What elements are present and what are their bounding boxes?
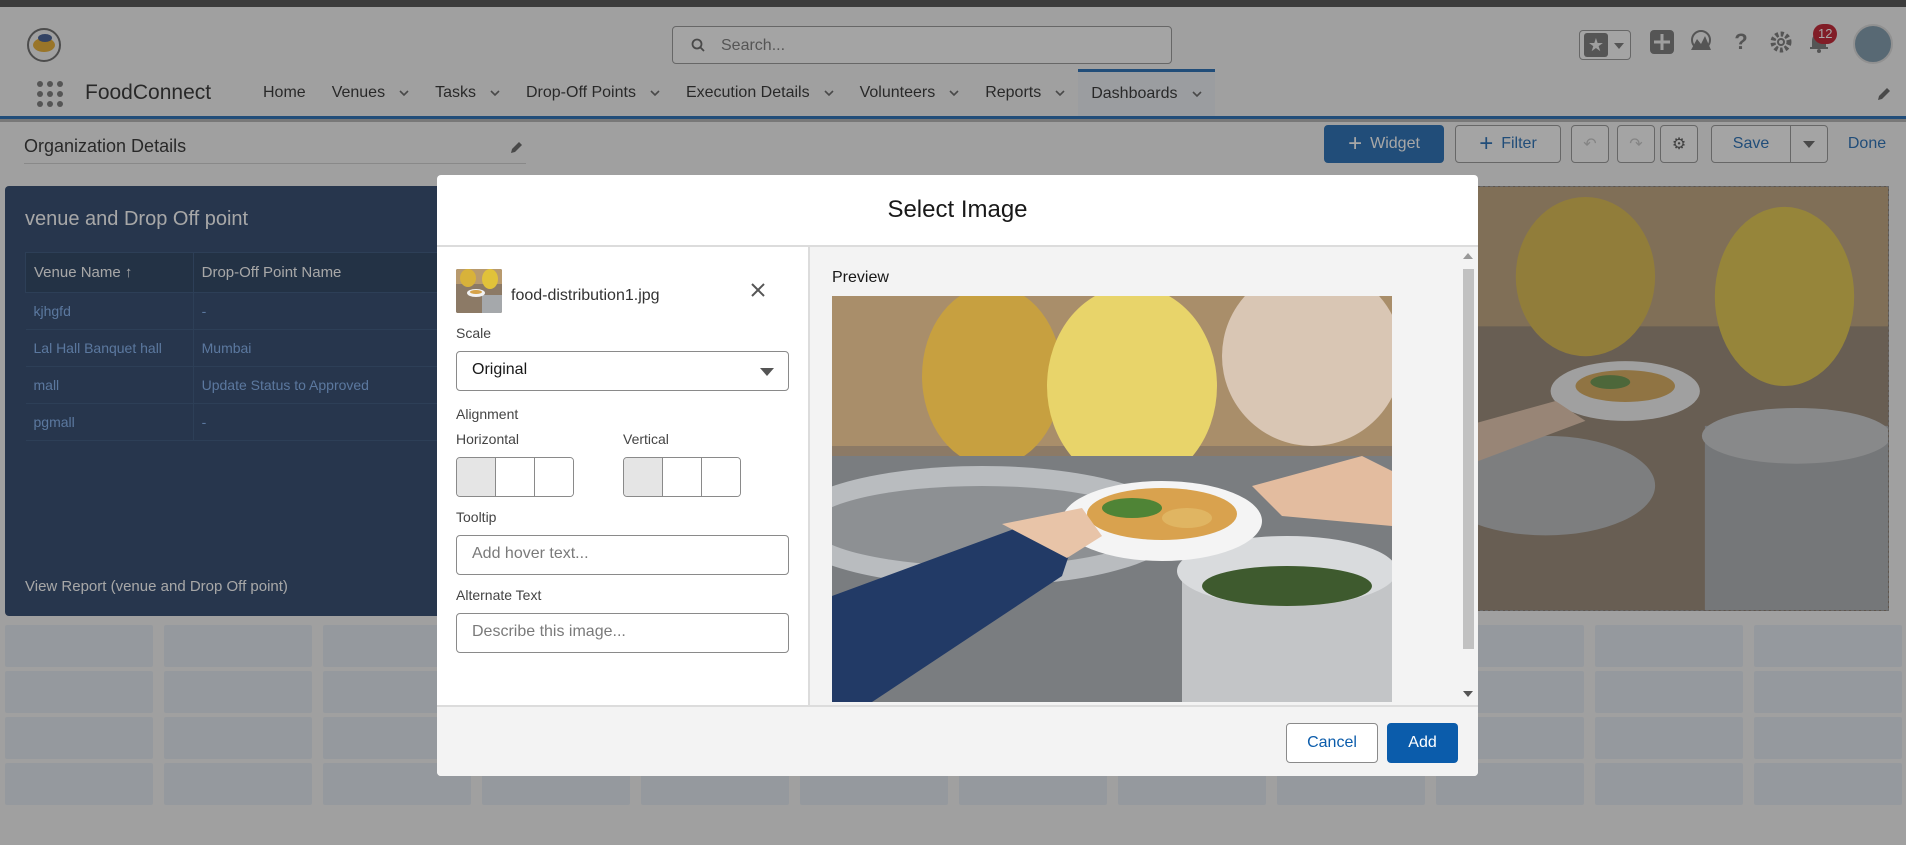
scale-select[interactable]: Original xyxy=(456,351,789,391)
scale-value: Original xyxy=(472,361,528,378)
align-middle-button[interactable] xyxy=(663,458,702,496)
image-settings-panel: food-distribution1.jpg Scale Original Al… xyxy=(437,247,810,705)
preview-scrollbar[interactable] xyxy=(1460,247,1476,705)
scale-label: Scale xyxy=(456,325,492,341)
alternate-text-placeholder: Describe this image... xyxy=(472,623,626,640)
modal-title: Select Image xyxy=(437,175,1478,247)
scrollbar-thumb[interactable] xyxy=(1463,269,1474,649)
preview-image xyxy=(832,296,1392,702)
alignment-label: Alignment xyxy=(456,406,519,422)
close-icon[interactable] xyxy=(749,281,767,299)
image-filename: food-distribution1.jpg xyxy=(511,287,660,304)
tooltip-label: Tooltip xyxy=(456,509,497,525)
alternate-text-label: Alternate Text xyxy=(456,587,542,603)
scroll-up-arrow-icon[interactable] xyxy=(1463,253,1473,259)
align-center-button[interactable] xyxy=(496,458,535,496)
preview-panel: Preview xyxy=(810,247,1478,705)
preview-label: Preview xyxy=(832,269,889,286)
align-left-button[interactable] xyxy=(457,458,496,496)
scroll-down-arrow-icon[interactable] xyxy=(1463,691,1473,697)
chevron-down-icon xyxy=(760,368,774,376)
vertical-label: Vertical xyxy=(623,431,669,447)
align-top-button[interactable] xyxy=(624,458,663,496)
vertical-alignment-group xyxy=(623,457,741,497)
horizontal-alignment-group xyxy=(456,457,574,497)
horizontal-label: Horizontal xyxy=(456,431,520,447)
image-thumbnail xyxy=(456,269,502,313)
align-bottom-button[interactable] xyxy=(702,458,740,496)
tooltip-placeholder: Add hover text... xyxy=(472,545,589,562)
alternate-text-input[interactable]: Describe this image... xyxy=(456,613,789,653)
tooltip-input[interactable]: Add hover text... xyxy=(456,535,789,575)
modal-footer: Cancel Add xyxy=(437,705,1478,776)
align-right-button[interactable] xyxy=(535,458,573,496)
modal-body: food-distribution1.jpg Scale Original Al… xyxy=(437,247,1478,705)
cancel-button[interactable]: Cancel xyxy=(1286,723,1378,763)
add-button[interactable]: Add xyxy=(1387,723,1458,763)
select-image-modal: Select Image food-distribution1.jpg Scal… xyxy=(437,175,1478,776)
